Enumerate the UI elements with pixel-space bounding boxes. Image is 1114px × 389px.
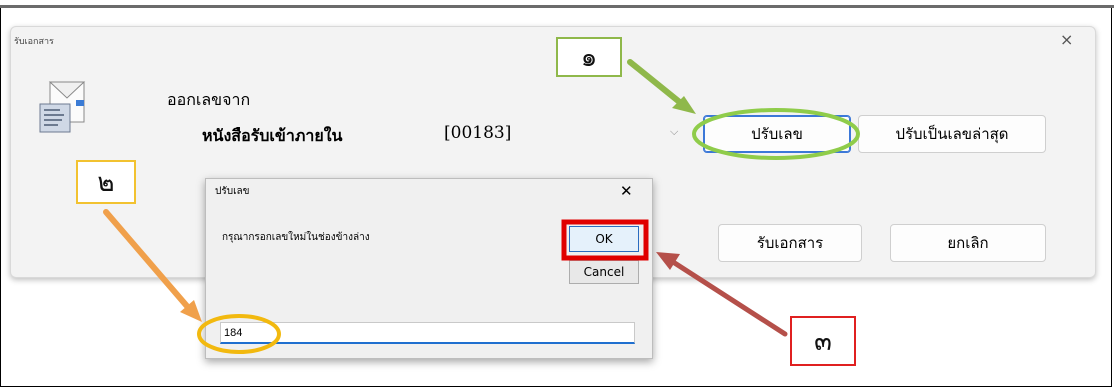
step1-arrow — [627, 59, 696, 114]
step1-callout: ๑ — [556, 37, 622, 77]
step2-callout: ๒ — [76, 160, 136, 204]
step3-arrow — [656, 252, 788, 337]
step2-arrow — [103, 209, 202, 322]
ok-button-highlight — [561, 219, 649, 261]
input-highlight — [197, 314, 281, 354]
adjust-button-highlight — [692, 108, 860, 160]
step3-callout: ๓ — [790, 316, 856, 366]
